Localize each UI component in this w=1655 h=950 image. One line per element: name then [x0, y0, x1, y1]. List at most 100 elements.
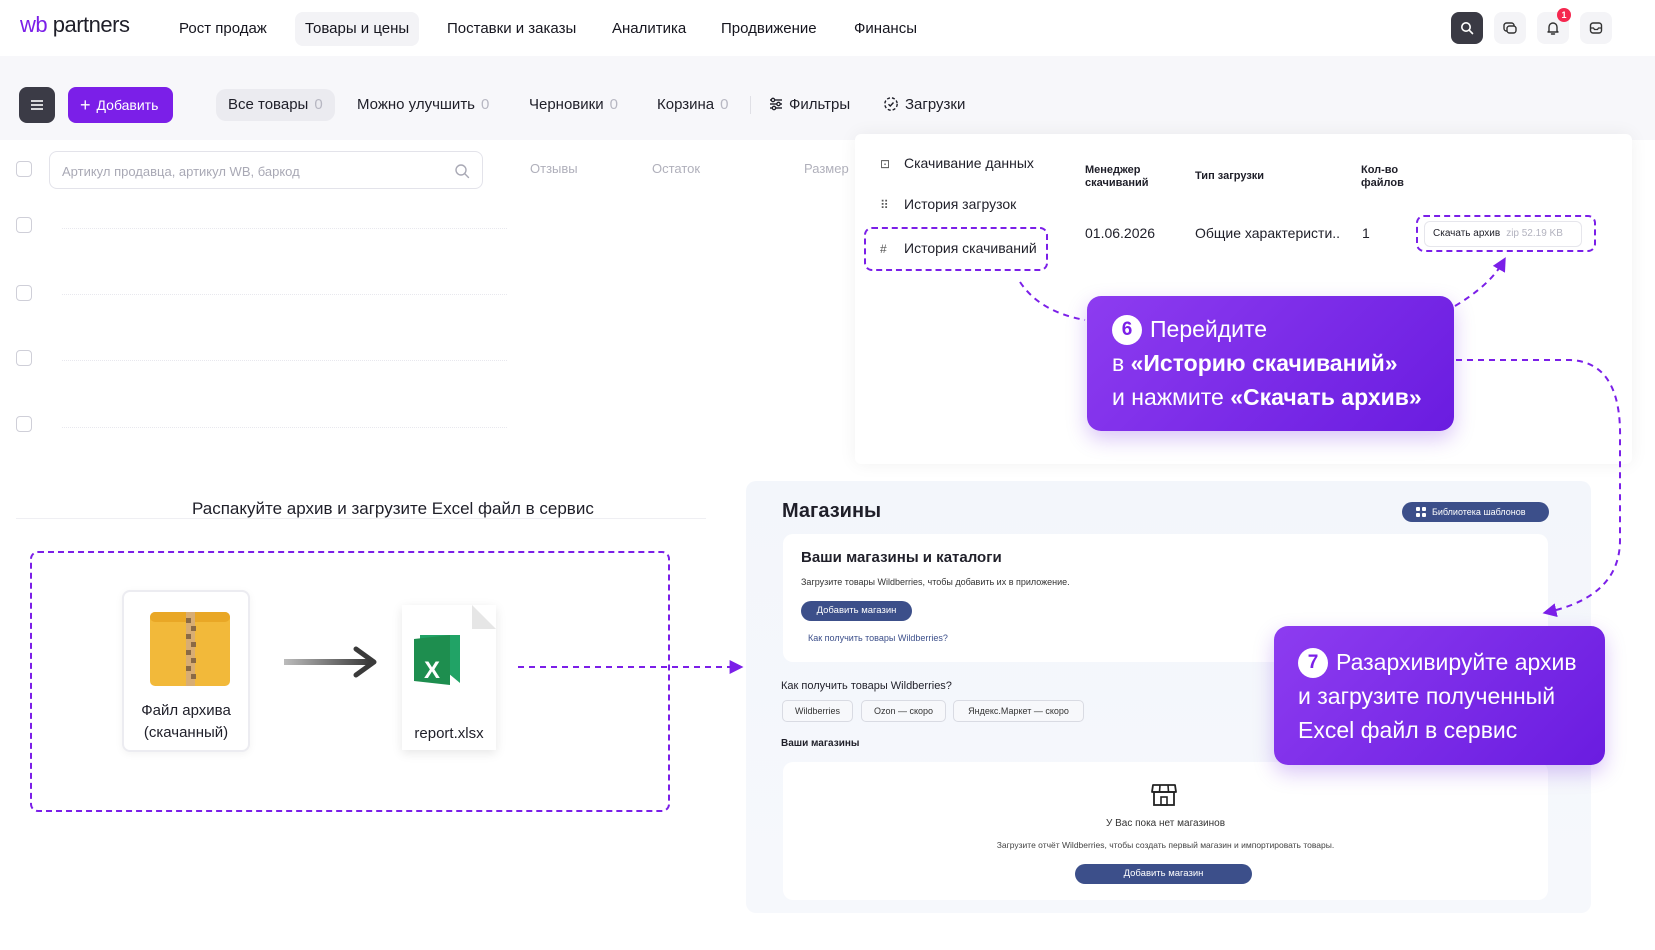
arrow-right-icon — [284, 646, 377, 678]
step-6-text-3: и нажмите — [1112, 384, 1231, 410]
tab-all-products[interactable]: Все товары 0 — [216, 89, 335, 121]
step-7-line1: 7 Разархивируйте архив — [1298, 645, 1605, 679]
add-store-button[interactable]: Добавить магазин — [801, 601, 912, 621]
chat-button[interactable] — [1494, 12, 1526, 44]
uploads-button[interactable]: Загрузки — [871, 89, 977, 121]
top-navigation: wb partners Рост продаж Товары и цены По… — [0, 0, 1655, 56]
step-6-line2: в «Историю скачиваний» — [1112, 346, 1454, 380]
chip-ozon[interactable]: Ozon — скоро — [861, 700, 946, 722]
step-6-callout: 6 Перейдите в «Историю скачиваний» и нажм… — [1087, 296, 1454, 431]
tab-count: 0 — [609, 96, 618, 113]
tab-can-improve[interactable]: Можно улучшить 0 — [345, 89, 501, 121]
tab-label: Можно улучшить — [357, 96, 476, 113]
nav-analytics[interactable]: Аналитика — [602, 16, 696, 42]
logo-wb: wb — [20, 12, 48, 37]
row-checkbox[interactable] — [16, 217, 32, 233]
highlight-download-history — [864, 227, 1048, 271]
uploads-spinner-icon — [884, 97, 898, 111]
xlsx-file-card: X report.xlsx — [402, 605, 496, 750]
stores-card-title: Ваши магазины и каталоги — [801, 549, 1002, 566]
nav-products-prices[interactable]: Товары и цены — [295, 12, 420, 46]
add-product-button[interactable]: + Добавить — [68, 87, 173, 123]
products-table — [0, 140, 860, 470]
step-6-number: 6 — [1112, 315, 1142, 345]
search-icon — [455, 164, 470, 179]
highlight-download-archive — [1416, 215, 1596, 252]
xlsx-filename: report.xlsx — [414, 725, 484, 742]
row-checkbox[interactable] — [16, 416, 32, 432]
bell-icon — [1547, 22, 1559, 35]
header-manager-line2: скачиваний — [1085, 177, 1149, 189]
table-row — [62, 427, 507, 428]
chip-yandex-market[interactable]: Яндекс.Маркет — скоро — [953, 700, 1084, 722]
menu-label: Скачивание данных — [904, 155, 1034, 171]
tab-trash[interactable]: Корзина 0 — [645, 89, 740, 121]
how-to-get-products-link[interactable]: Как получить товары Wildberries? — [808, 633, 948, 643]
add-button-label: Добавить — [96, 97, 159, 113]
zip-folder-icon — [150, 612, 230, 686]
row-checkbox[interactable] — [16, 350, 32, 366]
inbox-icon — [1589, 22, 1603, 34]
tab-count: 0 — [314, 96, 323, 113]
download-date: 01.06.2026 — [1085, 225, 1156, 241]
step-7-callout: 7 Разархивируйте архив и загрузите получе… — [1274, 626, 1605, 765]
plus-icon: + — [80, 95, 91, 115]
empty-stores-subtitle: Загрузите отчёт Wildberries, чтобы созда… — [996, 840, 1335, 850]
download-file-count: 1 — [1362, 225, 1370, 241]
header-manager: Менеджер скачиваний — [1085, 164, 1149, 190]
wb-partners-logo[interactable]: wb partners — [20, 12, 130, 38]
inbox-button[interactable] — [1580, 12, 1612, 44]
column-stock[interactable]: Остаток — [652, 161, 700, 176]
menu-download-data[interactable]: ⊡ Скачивание данных — [880, 155, 1034, 171]
table-row — [62, 294, 507, 295]
header-manager-line1: Менеджер — [1085, 164, 1141, 176]
table-row — [62, 360, 507, 361]
download-type: Общие характеристи.. — [1195, 225, 1341, 241]
nav-finance[interactable]: Финансы — [844, 16, 927, 42]
empty-add-store-button[interactable]: Добавить магазин — [1075, 864, 1252, 884]
product-search-input[interactable] — [62, 161, 442, 181]
step-7-text-3: Excel файл в сервис — [1298, 717, 1518, 743]
hamburger-icon — [31, 100, 43, 110]
header-count-line2: файлов — [1361, 177, 1404, 189]
search-button[interactable] — [1451, 12, 1483, 44]
chip-wildberries[interactable]: Wildberries — [782, 700, 853, 722]
zip-archive-card: Файл архива (скачанный) — [122, 590, 250, 752]
chat-icon — [1503, 22, 1517, 34]
filters-button[interactable]: Фильтры — [757, 89, 862, 121]
column-reviews[interactable]: Отзывы — [530, 161, 578, 176]
grid-dots-icon: ⠿ — [880, 198, 889, 212]
header-file-count: Кол-во файлов — [1361, 164, 1404, 190]
nav-sales-growth[interactable]: Рост продаж — [169, 16, 277, 42]
step-6-text-2: в — [1112, 350, 1131, 376]
notification-badge: 1 — [1557, 8, 1571, 22]
menu-upload-history[interactable]: ⠿ История загрузок — [880, 196, 1016, 212]
step-6-line3: и нажмите «Скачать архив» — [1112, 380, 1454, 414]
step-6-bold-2: «Историю скачиваний» — [1130, 350, 1398, 376]
nav-promotion[interactable]: Продвижение — [711, 16, 827, 42]
product-search-box[interactable] — [49, 151, 483, 189]
toolbar-divider — [750, 96, 751, 114]
stores-card-subtitle: Загрузите товары Wildberries, чтобы доба… — [801, 577, 1070, 587]
header-upload-type: Тип загрузки — [1195, 170, 1265, 182]
download-box-icon: ⊡ — [880, 157, 891, 171]
step-6-text-1: Перейдите — [1150, 316, 1268, 342]
tab-label: Корзина — [657, 96, 715, 113]
templates-library-button[interactable]: Библиотека шаблонов — [1402, 502, 1549, 522]
menu-button[interactable] — [19, 87, 55, 123]
notifications-button[interactable]: 1 — [1537, 8, 1571, 44]
row-checkbox[interactable] — [16, 285, 32, 301]
step-7-text-2: и загрузите полученный — [1298, 683, 1556, 709]
column-size[interactable]: Размер — [804, 161, 849, 176]
grid-icon — [1416, 507, 1426, 517]
zip-label-line1: Файл архива — [141, 702, 231, 719]
zip-label-line2: (скачанный) — [143, 724, 229, 741]
excel-letter: X — [424, 657, 441, 684]
nav-supplies-orders[interactable]: Поставки и заказы — [437, 16, 586, 42]
tab-count: 0 — [720, 96, 729, 113]
store-icon — [1151, 784, 1177, 806]
excel-file-icon — [402, 605, 496, 715]
logo-partners: partners — [52, 12, 130, 37]
tab-drafts[interactable]: Черновики 0 — [517, 89, 630, 121]
select-all-checkbox[interactable] — [16, 161, 32, 177]
